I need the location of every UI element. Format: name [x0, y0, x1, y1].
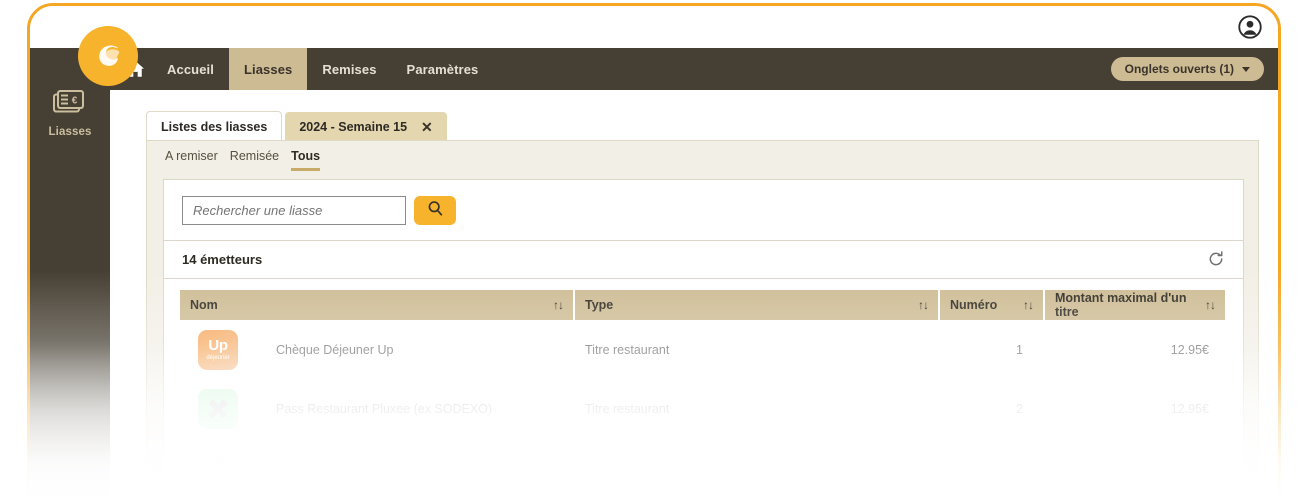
browser-frame: € Liasses Accueil Liasses Remises Paramè… — [27, 3, 1281, 500]
table-row[interactable]: Up déjeuner Chèque Déjeuner Up Titre res… — [180, 320, 1225, 379]
pluxee-logo — [198, 388, 238, 429]
column-header-nom[interactable]: Nom ↑↓ — [180, 290, 575, 320]
tab-2024-semaine-15[interactable]: 2024 - Semaine 15 ✕ — [285, 112, 447, 142]
emitters-count: 14 émetteurs — [182, 251, 263, 267]
column-label: Type — [585, 298, 614, 312]
cell-numero: 1 — [1016, 342, 1023, 357]
refresh-icon[interactable] — [1205, 248, 1227, 270]
nav-item-remises[interactable]: Remises — [307, 48, 391, 90]
sort-arrows-icon[interactable]: ↑↓ — [1205, 299, 1216, 311]
column-header-type[interactable]: Type ↑↓ — [575, 290, 940, 320]
liasses-panel: A remiser Remisée Tous Rechercher une li… — [146, 140, 1259, 500]
cell-nom: Ticket Restaurant Ticket Restaurant EDEN… — [180, 447, 575, 488]
column-header-numero[interactable]: Numéro ↑↓ — [940, 290, 1045, 320]
table-row[interactable]: Pass Restaurant Pluxee (ex SODEXO) Titre… — [180, 379, 1225, 438]
screenshot-root: € Liasses Accueil Liasses Remises Paramè… — [0, 0, 1312, 500]
cell-montant: 12.95€ — [1170, 342, 1209, 357]
sidebar: € Liasses — [30, 48, 110, 500]
cell-montant: 12.95€ — [1170, 460, 1209, 475]
search-row — [164, 180, 1243, 241]
edenred-ticket-restaurant-logo: Ticket Restaurant — [198, 447, 238, 488]
logo-bottom-text: déjeuner — [206, 355, 230, 361]
cell-montant: 12.95€ — [1170, 401, 1209, 416]
tab-strip: Listes des liasses 2024 - Semaine 15 ✕ — [146, 110, 1260, 142]
count-row: 14 émetteurs — [164, 240, 1243, 279]
subtab-tous[interactable]: Tous — [291, 149, 321, 171]
sidebar-item-liasses[interactable]: € Liasses — [30, 90, 110, 140]
table-header-row: Nom ↑↓ Type ↑↓ Numéro ↑↓ Montant maximal… — [180, 290, 1225, 320]
search-button[interactable] — [414, 195, 456, 225]
nav-item-parametres[interactable]: Paramètres — [392, 48, 494, 90]
account-circle-icon[interactable] — [1236, 13, 1264, 41]
card-euro-icon: € — [53, 90, 87, 116]
emitter-name: Ticket Restaurant EDENRED — [276, 460, 439, 475]
top-bar — [30, 6, 1278, 48]
cell-nom: Up déjeuner Chèque Déjeuner Up — [180, 329, 575, 370]
subtab-a-remiser[interactable]: A remiser — [165, 149, 218, 168]
emitters-card: 14 émetteurs Nom ↑↓ — [163, 179, 1244, 500]
search-icon — [427, 200, 444, 220]
column-label: Nom — [190, 298, 218, 312]
up-dejeuner-logo: Up déjeuner — [198, 329, 238, 370]
cell-numero: 3 — [1016, 460, 1023, 475]
table-row[interactable]: Ticket Restaurant Ticket Restaurant EDEN… — [180, 438, 1225, 497]
svg-text:€: € — [72, 96, 78, 107]
open-tabs-button[interactable]: Onglets ouverts (1) — [1110, 57, 1264, 81]
sort-arrows-icon[interactable]: ↑↓ — [553, 299, 564, 311]
open-tabs-label: Onglets ouverts (1) — [1124, 62, 1234, 76]
close-icon[interactable]: ✕ — [421, 120, 433, 134]
cell-nom: Pass Restaurant Pluxee (ex SODEXO) — [180, 388, 575, 429]
emitters-table: Nom ↑↓ Type ↑↓ Numéro ↑↓ Montant maximal… — [180, 290, 1225, 500]
tab-label: 2024 - Semaine 15 — [299, 120, 408, 134]
nav-bar: Accueil Liasses Remises Paramètres Ongle… — [110, 48, 1278, 90]
column-label: Numéro — [950, 298, 998, 312]
cell-type: Titre restaurant — [585, 342, 670, 357]
cell-type: Titre restaurant — [585, 401, 670, 416]
search-input[interactable] — [182, 195, 406, 225]
sort-arrows-icon[interactable]: ↑↓ — [918, 299, 929, 311]
cell-type: Titre restaurant — [585, 460, 670, 475]
chevron-down-icon — [1242, 66, 1250, 72]
content-area: Listes des liasses 2024 - Semaine 15 ✕ A… — [130, 90, 1260, 500]
nav-item-liasses[interactable]: Liasses — [228, 48, 308, 90]
column-label: Montant maximal d'un titre — [1055, 291, 1187, 319]
logo-bottom-text: Ticket Restaurant — [198, 473, 238, 480]
emitter-name: Chèque Déjeuner Up — [276, 342, 394, 357]
tab-listes-des-liasses[interactable]: Listes des liasses — [146, 111, 283, 142]
nav-item-accueil[interactable]: Accueil — [152, 48, 229, 90]
subtab-remisee[interactable]: Remisée — [230, 149, 279, 168]
column-header-montant[interactable]: Montant maximal d'un titre ↑↓ — [1045, 290, 1225, 320]
logo-top-text: Up — [208, 337, 228, 354]
cell-numero: 2 — [1016, 401, 1023, 416]
sidebar-item-label: Liasses — [48, 126, 92, 138]
emitter-name: Pass Restaurant Pluxee (ex SODEXO) — [276, 401, 493, 416]
sort-arrows-icon[interactable]: ↑↓ — [1023, 299, 1034, 311]
tab-label: Listes des liasses — [161, 120, 268, 134]
brand-logo — [78, 26, 138, 86]
status-filter-tabs: A remiser Remisée Tous — [165, 149, 321, 171]
